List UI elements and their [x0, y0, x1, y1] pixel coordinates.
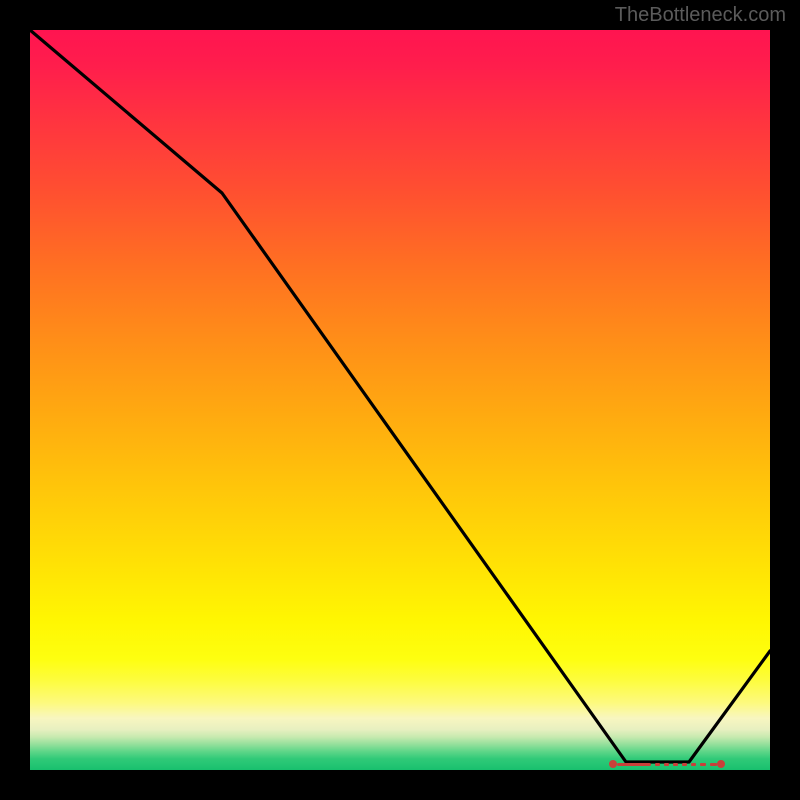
highlight-start-dot — [609, 760, 617, 768]
attribution-text: TheBottleneck.com — [615, 4, 786, 27]
highlight-end-dot — [717, 760, 725, 768]
curve-path — [30, 30, 770, 762]
highlight-segment — [613, 760, 721, 768]
plot-area — [30, 30, 770, 770]
highlight-dashes — [617, 763, 717, 766]
chart-curve — [30, 30, 770, 770]
